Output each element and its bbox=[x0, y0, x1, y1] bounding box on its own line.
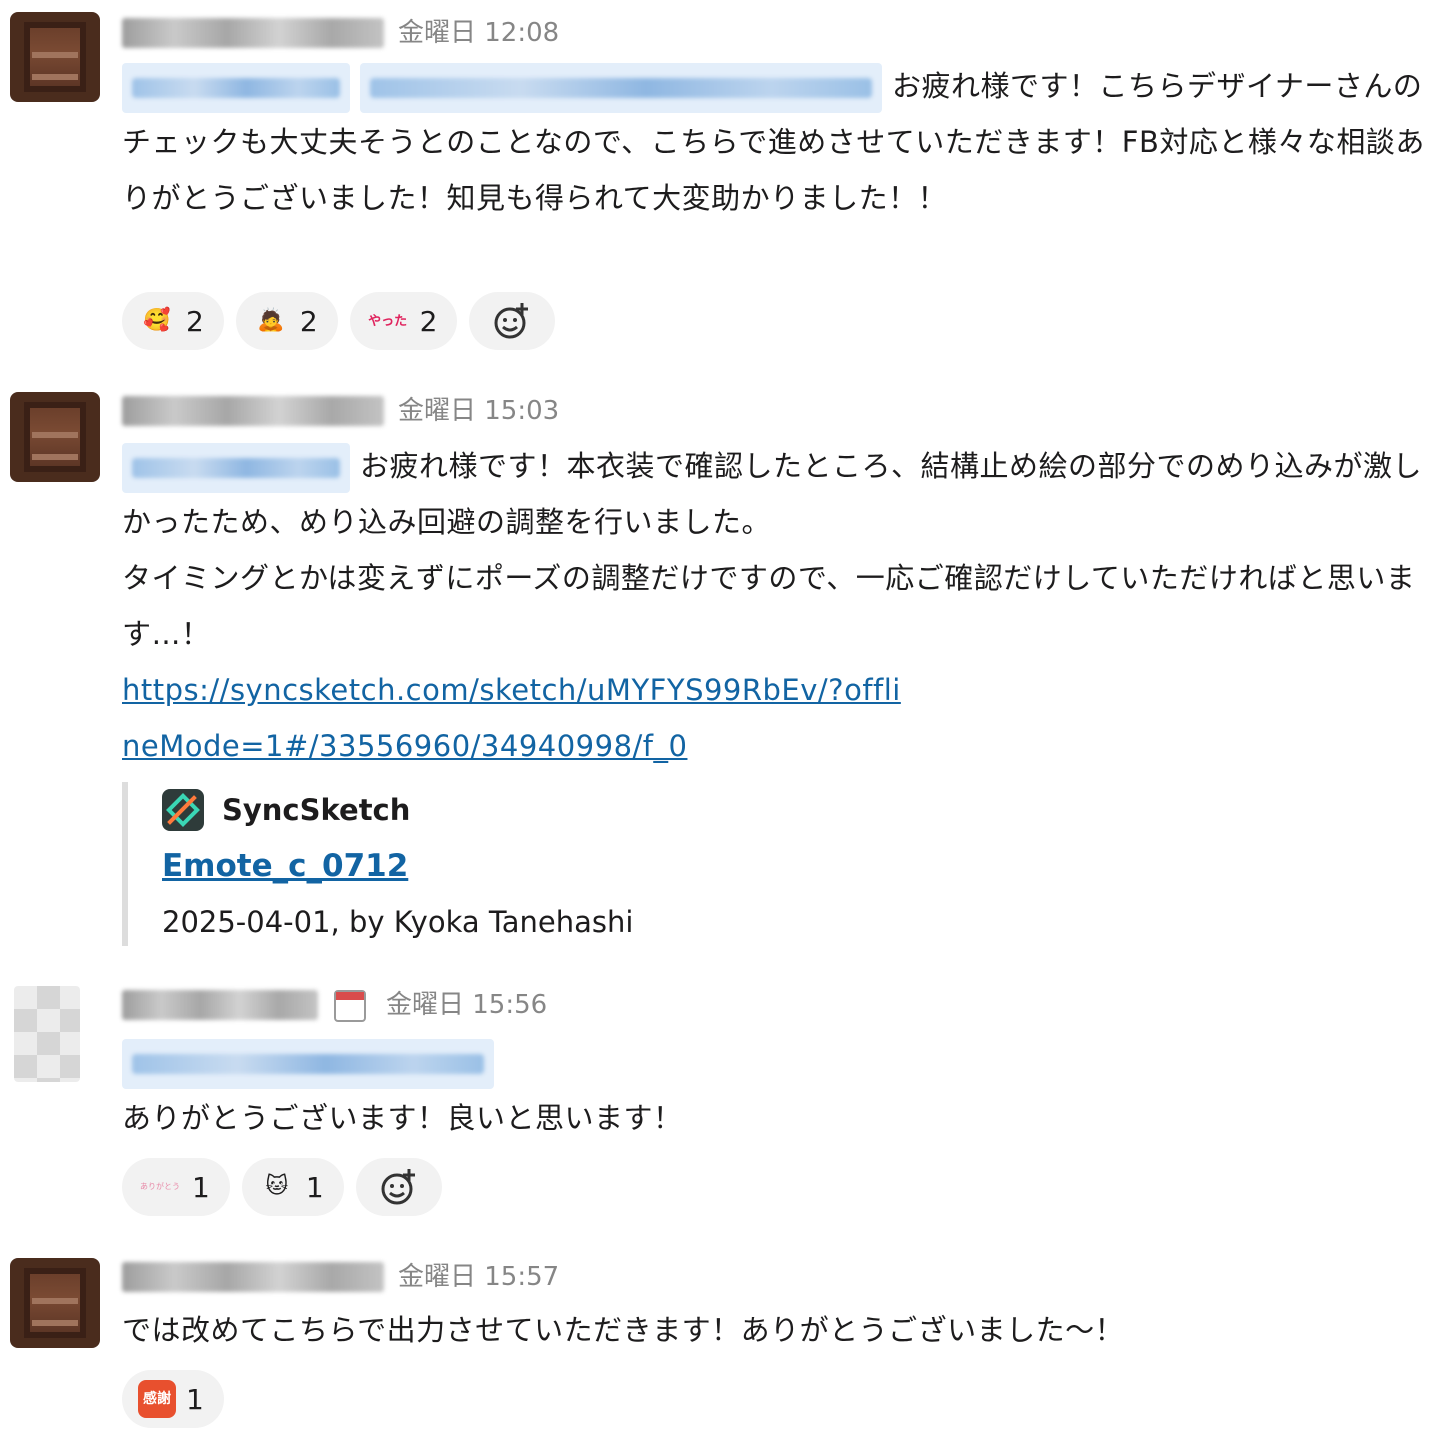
reaction-count: 1 bbox=[186, 1382, 204, 1416]
yattaze-stamp-icon: やった bbox=[368, 313, 408, 329]
calendar-status-icon bbox=[334, 990, 366, 1022]
message-body-line-2: タイミングとかは変えずにポーズの調整だけですので、一応ご確認だけしていただければ… bbox=[122, 561, 1416, 651]
link-unfurl-attachment: SyncSketch Emote_c_0712 2025-04-01, by K… bbox=[122, 782, 822, 946]
message-text: m ありがとうございます！良いと思います！ bbox=[122, 1034, 1427, 1146]
message-text: mお疲れ様です！本衣装で確認したところ、結構止め絵の部分でのめり込みが激しかった… bbox=[122, 438, 1427, 774]
avatar[interactable] bbox=[10, 12, 100, 102]
reaction-count: 1 bbox=[192, 1170, 210, 1204]
user-mention[interactable]: m bbox=[360, 63, 882, 113]
add-reaction-icon bbox=[381, 1169, 415, 1205]
syncsketch-logo-icon bbox=[162, 789, 204, 831]
message-body: ありがとうございます！良いと思います！ bbox=[122, 1101, 683, 1135]
sender-name[interactable]: name bbox=[122, 1262, 384, 1292]
avatar[interactable] bbox=[10, 392, 100, 482]
message-timestamp[interactable]: 金曜日 15:03 bbox=[398, 396, 559, 426]
attachment-service-name: SyncSketch bbox=[222, 793, 411, 827]
smiling-face-with-hearts-icon: 🥰 bbox=[143, 308, 171, 333]
reaction-bar: 🥰 2 🙇 2 やった 2 bbox=[122, 292, 556, 350]
reaction-count: 1 bbox=[305, 1170, 324, 1204]
attachment-meta: 2025-04-01, by Kyoka Tanehashi bbox=[162, 905, 634, 939]
kansha-stamp-icon: 感謝 bbox=[138, 1380, 176, 1418]
reaction-pill[interactable]: やった 2 bbox=[349, 292, 458, 350]
user-mention[interactable]: m bbox=[122, 1039, 494, 1089]
reaction-count: 2 bbox=[419, 304, 438, 338]
reaction-pill[interactable]: 🙇 2 bbox=[235, 292, 338, 350]
arigatou-stamp-icon: ありがとう bbox=[140, 1182, 180, 1191]
sender-name[interactable]: name bbox=[122, 18, 384, 48]
avatar[interactable] bbox=[14, 986, 80, 1082]
cat-face-icon: 🐱 bbox=[265, 1174, 289, 1199]
add-reaction-button[interactable] bbox=[469, 292, 556, 350]
attachment-title-link[interactable]: Emote_c_0712 bbox=[162, 838, 822, 894]
user-mention[interactable]: m bbox=[122, 63, 350, 113]
reaction-bar: ありがとう 1 🐱 1 bbox=[122, 1158, 442, 1216]
avatar[interactable] bbox=[10, 1258, 100, 1348]
reaction-count: 2 bbox=[299, 304, 318, 338]
sender-name[interactable]: name bbox=[122, 396, 384, 426]
add-reaction-button[interactable] bbox=[355, 1158, 442, 1216]
reaction-bar: 感謝 1 bbox=[122, 1370, 224, 1428]
add-reaction-icon bbox=[494, 303, 529, 339]
message-text: mmお疲れ様です！こちらデザイナーさんのチェックも大丈夫そうとのことなので、こち… bbox=[122, 58, 1427, 226]
user-mention[interactable]: m bbox=[122, 443, 350, 493]
reaction-pill[interactable]: 感謝 1 bbox=[122, 1370, 224, 1428]
reaction-pill[interactable]: 🥰 2 bbox=[122, 292, 224, 350]
reaction-count: 2 bbox=[186, 304, 204, 338]
syncsketch-link[interactable]: https://syncsketch.com/sketch/uMYFYS99Rb… bbox=[122, 662, 902, 774]
message-timestamp[interactable]: 金曜日 15:57 bbox=[398, 1262, 559, 1292]
sender-name[interactable]: name bbox=[122, 990, 318, 1020]
message-body: では改めてこちらで出力させていただきます！ありがとうございました～！ bbox=[122, 1313, 1125, 1347]
bowing-person-icon: 🙇 bbox=[257, 308, 285, 333]
message-timestamp[interactable]: 金曜日 12:08 bbox=[398, 18, 559, 48]
reaction-pill[interactable]: ありがとう 1 bbox=[122, 1158, 230, 1216]
reaction-pill[interactable]: 🐱 1 bbox=[241, 1158, 344, 1216]
message-text: では改めてこちらで出力させていただきます！ありがとうございました～！ bbox=[122, 1302, 1427, 1358]
message-timestamp[interactable]: 金曜日 15:56 bbox=[386, 990, 547, 1020]
